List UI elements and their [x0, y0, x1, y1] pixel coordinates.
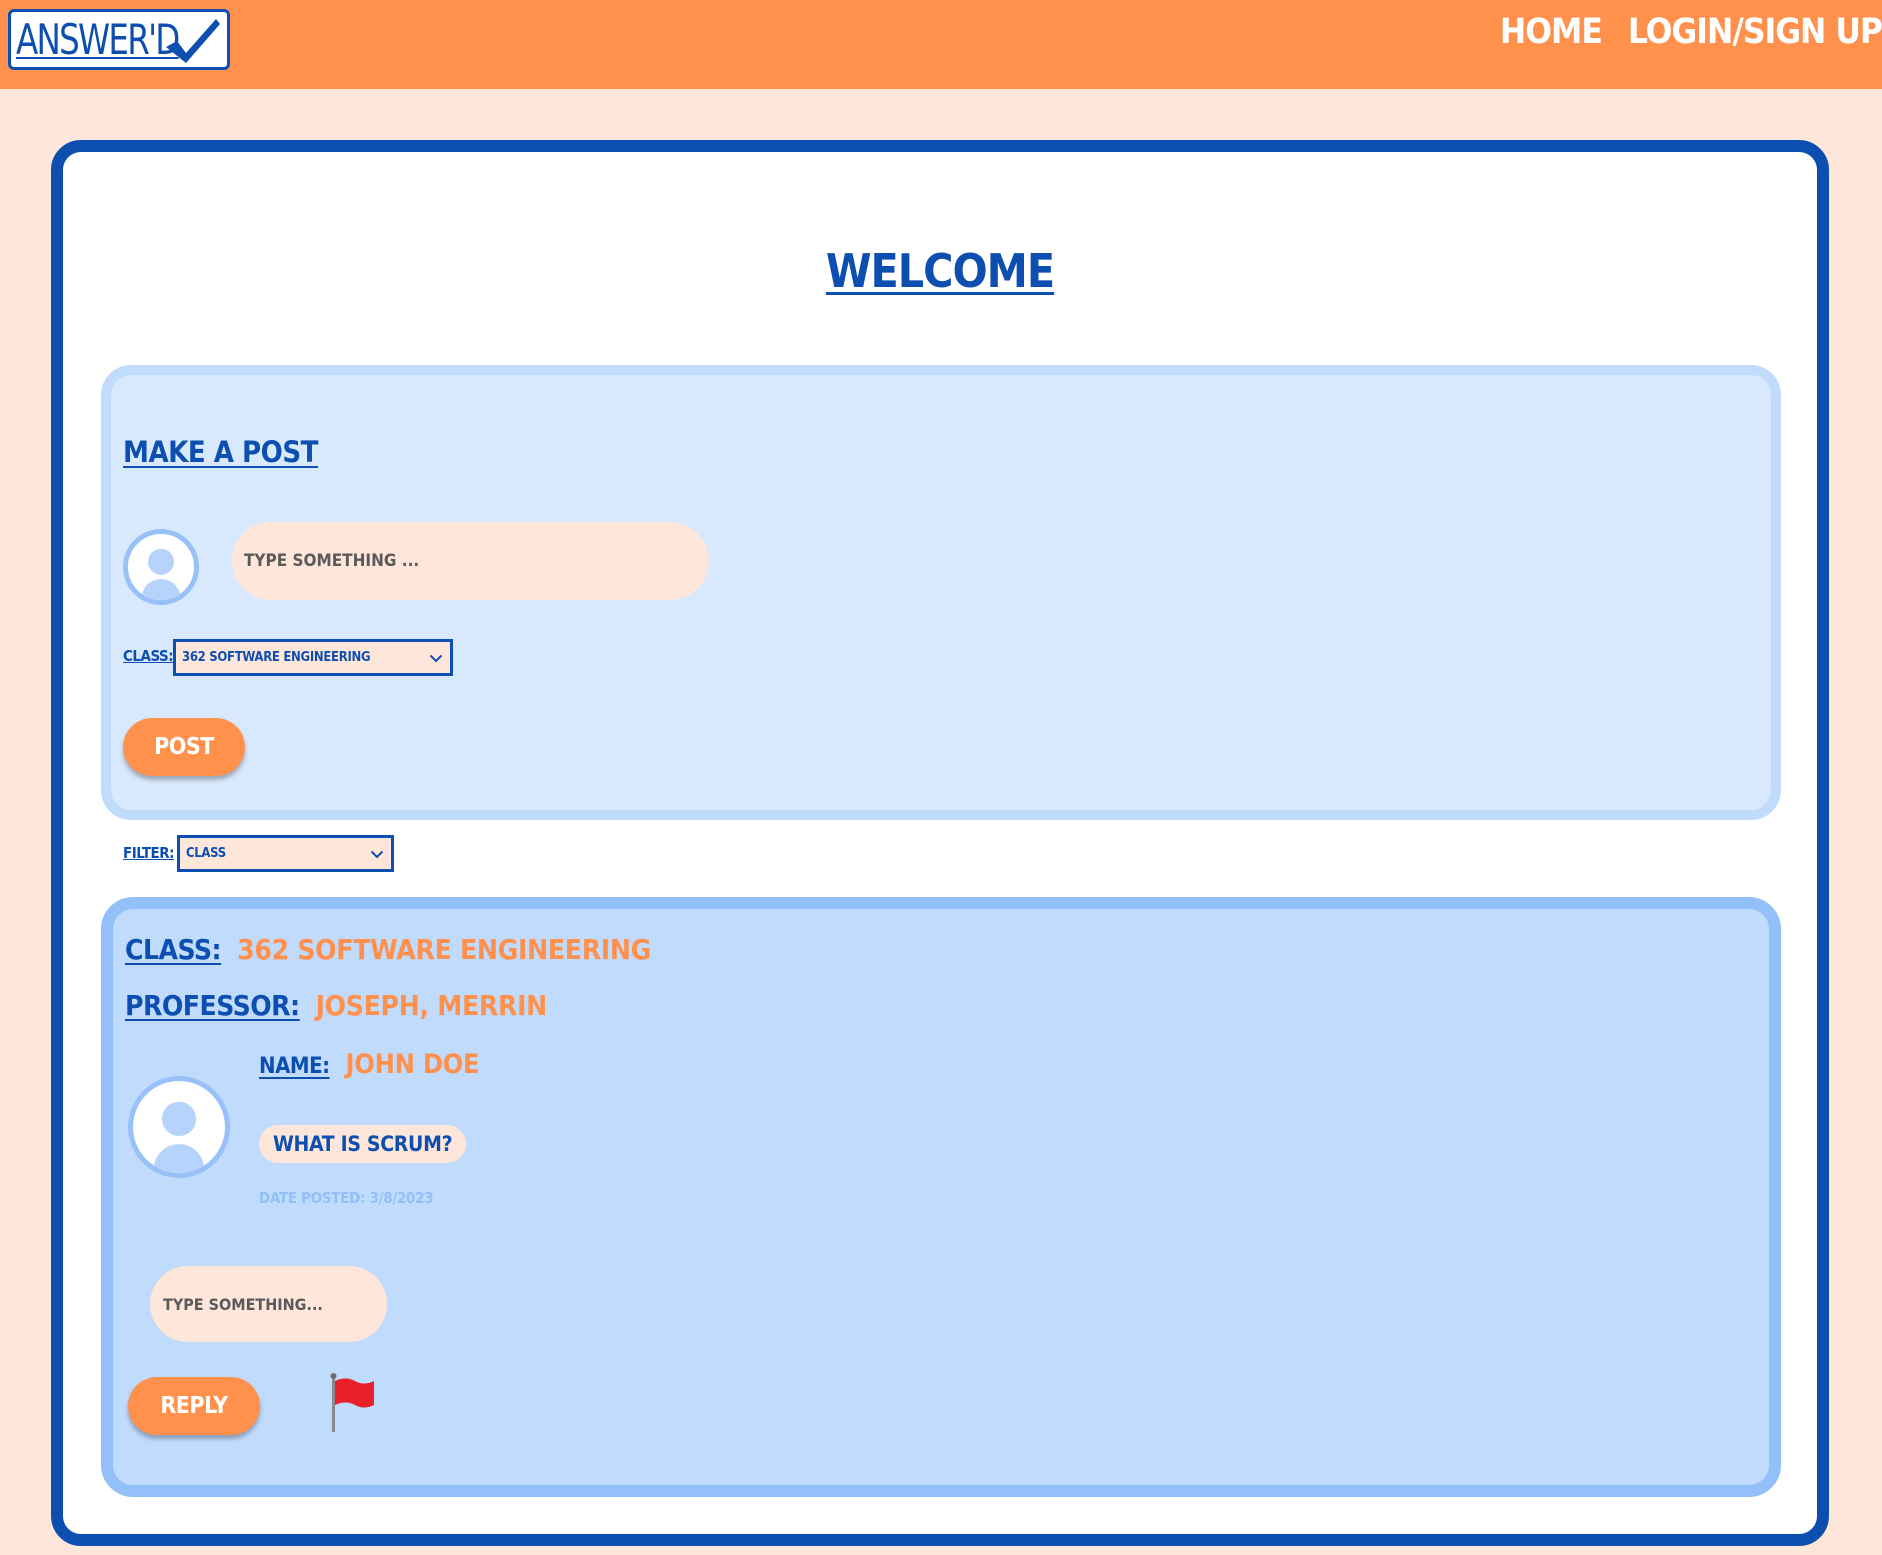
nav-login-signup-link[interactable]: LOGIN/SIGN UP	[1628, 12, 1882, 52]
nav-home-link[interactable]: HOME	[1500, 12, 1603, 52]
poster-name-value: JOHN DOE	[345, 1049, 480, 1080]
logo-text: ANSWER'D	[16, 15, 180, 64]
post-professor-value: JOSEPH, MERRIN	[315, 989, 548, 1022]
page-title: WELCOME	[825, 244, 1055, 298]
feed-post-card: CLASS: 362 SOFTWARE ENGINEERING PROFESSO…	[101, 897, 1781, 1497]
chevron-down-icon	[429, 654, 443, 662]
class-select-value: 362 SOFTWARE ENGINEERING	[182, 650, 371, 665]
make-post-title: MAKE A POST	[123, 435, 318, 469]
filter-select[interactable]: CLASS	[177, 835, 394, 872]
make-post-panel: MAKE A POST CLASS: 362 SOFTWARE ENGINEER…	[101, 365, 1781, 820]
chevron-down-icon	[370, 850, 384, 858]
main-nav: HOME LOGIN/SIGN UP	[1500, 12, 1882, 52]
poster-name-label: NAME:	[259, 1054, 330, 1079]
filter-select-value: CLASS	[186, 846, 226, 861]
post-button[interactable]: POST	[123, 718, 245, 776]
class-select[interactable]: 362 SOFTWARE ENGINEERING	[173, 639, 453, 676]
post-class-label: CLASS:	[125, 933, 222, 966]
checkmark-icon	[166, 19, 220, 63]
date-posted: DATE POSTED: 3/8/2023	[259, 1189, 434, 1207]
post-professor-label: PROFESSOR:	[125, 989, 300, 1022]
main-content-card: WELCOME MAKE A POST CLASS: 362 SOFTWARE …	[51, 140, 1829, 1546]
question-text: WHAT IS SCRUM?	[259, 1125, 467, 1163]
post-class-value: 362 SOFTWARE ENGINEERING	[237, 933, 652, 966]
post-input[interactable]	[232, 522, 709, 600]
red-flag-icon[interactable]	[328, 1372, 376, 1434]
user-avatar-icon	[123, 529, 199, 605]
answerd-logo[interactable]: ANSWER'D	[8, 9, 230, 70]
poster-name-row: NAME: JOHN DOE	[259, 1049, 480, 1080]
post-professor-row: PROFESSOR: JOSEPH, MERRIN	[125, 989, 547, 1022]
class-label: CLASS:	[123, 647, 174, 665]
top-nav-bar: ANSWER'D HOME LOGIN/SIGN UP	[0, 0, 1882, 89]
filter-label: FILTER:	[123, 844, 175, 862]
reply-input[interactable]	[150, 1266, 387, 1342]
reply-button[interactable]: REPLY	[128, 1377, 260, 1435]
post-class-row: CLASS: 362 SOFTWARE ENGINEERING	[125, 933, 651, 966]
poster-avatar-icon	[128, 1076, 230, 1178]
